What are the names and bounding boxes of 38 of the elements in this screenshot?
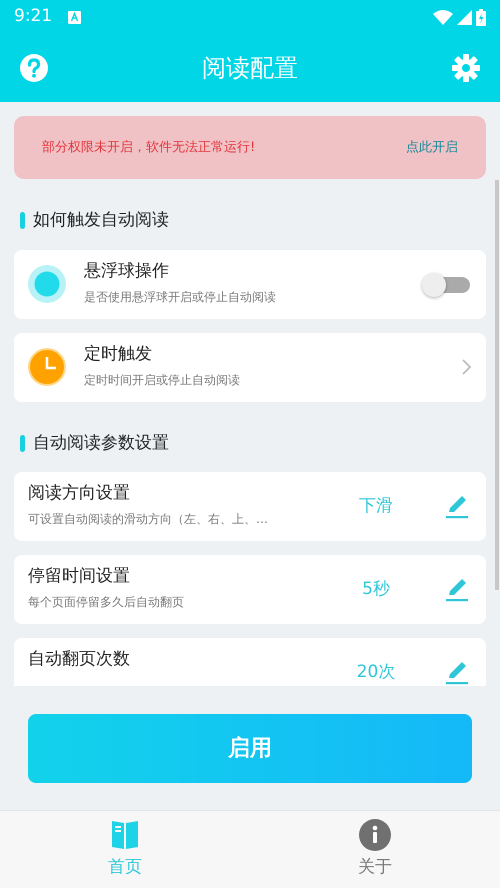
info-icon — [359, 819, 391, 851]
help-icon[interactable] — [20, 54, 48, 82]
status-time: 9:21 — [14, 5, 52, 28]
setting-description: 定时时间开启或停止自动阅读 — [84, 372, 241, 389]
edit-icon[interactable] — [446, 660, 468, 684]
setting-description: 是否使用悬浮球开启或停止自动阅读 — [84, 288, 277, 306]
setting-card[interactable]: 阅读方向设置 可设置自动阅读的滑动方向（左、右、上、… 下滑 — [14, 472, 486, 541]
setting-card[interactable]: 停留时间设置 每个页面停留多久后自动翻页 5秒 — [14, 555, 486, 624]
setting-description: 可设置自动阅读的滑动方向（左、右、上、… — [28, 511, 269, 528]
notification-icon — [68, 10, 82, 24]
section-title: 自动阅读参数设置 — [33, 432, 169, 454]
alert-message: 部分权限未开启，软件无法正常运行! — [42, 138, 256, 157]
floating-ball-icon — [28, 265, 66, 303]
section-title: 如何触发自动阅读 — [33, 209, 169, 232]
setting-title: 定时触发 — [84, 344, 153, 364]
signal-icon — [457, 10, 472, 24]
section-marker — [20, 212, 25, 230]
setting-description: 每个页面停留多久后自动翻页 — [28, 594, 185, 612]
setting-value: 下滑 — [358, 494, 394, 518]
setting-card[interactable]: 定时触发 定时时间开启或停止自动阅读 — [14, 332, 486, 402]
toggle-switch[interactable] — [422, 272, 472, 296]
clock-icon — [28, 348, 66, 386]
chevron-right-icon — [461, 358, 472, 376]
wifi-icon — [433, 10, 453, 24]
edit-icon[interactable] — [446, 578, 468, 602]
setting-card[interactable]: 自动翻页次数 20次 — [14, 638, 486, 686]
setting-title: 阅读方向设置 — [28, 483, 131, 504]
app-title: 阅读配置 — [202, 53, 298, 84]
setting-title: 停留时间设置 — [28, 566, 131, 586]
setting-title: 悬浮球操作 — [84, 260, 170, 281]
book-icon — [111, 819, 139, 851]
setting-value: 5秒 — [361, 578, 391, 601]
edit-icon[interactable] — [446, 494, 468, 518]
setting-value: 20次 — [356, 660, 396, 684]
battery-icon — [476, 8, 486, 26]
setting-title: 自动翻页次数 — [28, 649, 131, 670]
section-marker — [20, 434, 25, 452]
nav-tab[interactable]: 关于 — [250, 811, 500, 888]
